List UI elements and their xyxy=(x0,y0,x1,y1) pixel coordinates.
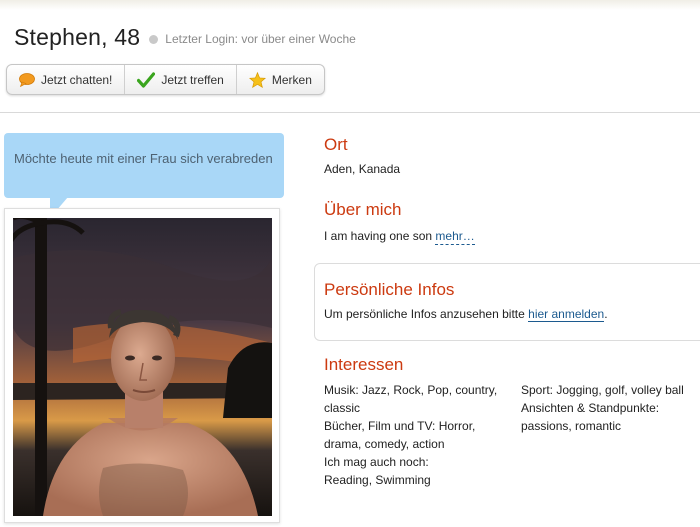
location-title: Ort xyxy=(324,135,348,154)
about-text-row: I am having one son mehr… xyxy=(324,229,475,245)
login-link[interactable]: hier anmelden xyxy=(528,307,605,322)
interests-right-column: Sport: Jogging, golf, volley ball Ansich… xyxy=(521,381,699,435)
interest-item: Bücher, Film und TV: Horror, drama, come… xyxy=(324,419,476,451)
status-bubble: Möchte heute mit einer Frau sich verabre… xyxy=(4,133,284,198)
chat-button[interactable]: Jetzt chatten! xyxy=(7,65,126,94)
last-login-text: Letzter Login: vor über einer Woche xyxy=(165,32,356,46)
meet-button[interactable]: Jetzt treffen xyxy=(125,65,237,94)
personal-info-title: Persönliche Infos xyxy=(324,280,455,299)
about-text: I am having one son xyxy=(324,229,433,243)
about-title: Über mich xyxy=(324,200,402,219)
save-button-label: Merken xyxy=(271,72,312,87)
save-button[interactable]: Merken xyxy=(237,65,324,94)
profile-photo-frame xyxy=(4,208,280,523)
profile-name: Stephen, 48 xyxy=(14,24,141,50)
status-bubble-text: Möchte heute mit einer Frau sich verabre… xyxy=(14,151,273,166)
personal-info-text-row: Um persönliche Infos anzusehen bitte hie… xyxy=(324,307,608,322)
interest-item: Ich mag auch noch: Reading, Swimming xyxy=(324,455,431,487)
meet-button-label: Jetzt treffen xyxy=(161,72,224,87)
speech-bubble-icon xyxy=(19,72,35,87)
interest-item: Sport: Jogging, golf, volley ball xyxy=(521,383,684,397)
top-gradient xyxy=(0,0,700,10)
interest-item: Musik: Jazz, Rock, Pop, country, classic xyxy=(324,383,498,415)
personal-info-text: Um persönliche Infos anzusehen bitte xyxy=(324,307,525,321)
personal-info-box xyxy=(314,263,700,341)
chat-button-label: Jetzt chatten! xyxy=(41,72,113,87)
star-icon xyxy=(248,71,266,88)
more-link[interactable]: mehr… xyxy=(435,229,475,245)
personal-info-suffix: . xyxy=(604,307,608,321)
profile-photo[interactable] xyxy=(13,218,272,516)
interests-left-column: Musik: Jazz, Rock, Pop, country, classic… xyxy=(324,381,514,489)
checkmark-icon xyxy=(137,71,156,88)
online-status-icon xyxy=(149,34,159,44)
action-button-group: Jetzt chatten! Jetzt treffen Merken xyxy=(6,64,325,95)
header-divider xyxy=(0,112,700,113)
location-value: Aden, Kanada xyxy=(324,162,401,176)
interest-item: Ansichten & Standpunkte: passions, roman… xyxy=(521,401,660,433)
profile-header: Stephen, 48 Letzter Login: vor über eine… xyxy=(14,24,356,51)
interests-title: Interessen xyxy=(324,355,404,374)
